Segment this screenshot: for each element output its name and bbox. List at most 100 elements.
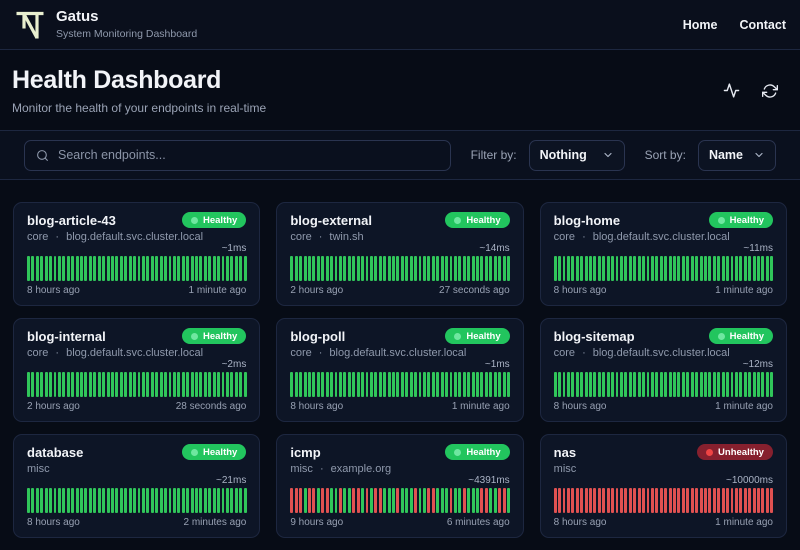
health-bar[interactable] <box>418 372 422 397</box>
health-bar[interactable] <box>102 488 106 513</box>
health-bar[interactable] <box>217 256 221 281</box>
health-bar[interactable] <box>111 372 114 397</box>
health-bar[interactable] <box>440 488 444 513</box>
health-bar[interactable] <box>659 488 663 513</box>
health-bar[interactable] <box>212 488 216 513</box>
health-bar[interactable] <box>308 488 311 513</box>
health-bar[interactable] <box>611 256 615 281</box>
health-bar[interactable] <box>664 372 668 397</box>
health-bar[interactable] <box>352 372 356 397</box>
health-bar[interactable] <box>757 488 760 513</box>
nav-link-contact[interactable]: Contact <box>739 18 786 32</box>
health-bar[interactable] <box>343 256 347 281</box>
health-bar[interactable] <box>365 372 369 397</box>
health-bar[interactable] <box>338 372 342 397</box>
health-bar[interactable] <box>378 372 382 397</box>
endpoint-card[interactable]: blog-external Healthy core · twin.sh ~14… <box>276 202 524 306</box>
health-bar[interactable] <box>686 488 690 513</box>
health-bar[interactable] <box>589 488 592 513</box>
health-bar[interactable] <box>239 256 243 281</box>
health-bar[interactable] <box>208 372 212 397</box>
health-bar[interactable] <box>53 256 57 281</box>
health-bar[interactable] <box>378 256 382 281</box>
health-bar[interactable] <box>155 256 159 281</box>
health-bar[interactable] <box>290 488 294 513</box>
health-bar[interactable] <box>409 488 413 513</box>
health-bar[interactable] <box>717 372 721 397</box>
health-bar[interactable] <box>93 488 97 513</box>
health-bar[interactable] <box>133 488 137 513</box>
health-bar[interactable] <box>431 372 435 397</box>
health-bar[interactable] <box>761 256 765 281</box>
health-bar[interactable] <box>190 488 194 513</box>
health-bar[interactable] <box>356 488 360 513</box>
health-bar[interactable] <box>553 256 557 281</box>
health-bar[interactable] <box>668 372 672 397</box>
health-bar[interactable] <box>27 488 30 513</box>
health-bar[interactable] <box>168 256 172 281</box>
health-bar[interactable] <box>619 256 623 281</box>
search-input[interactable] <box>58 148 439 162</box>
health-bar[interactable] <box>677 256 681 281</box>
health-bar[interactable] <box>558 256 561 281</box>
health-bar[interactable] <box>352 256 356 281</box>
health-bar[interactable] <box>502 488 506 513</box>
health-bar[interactable] <box>392 372 395 397</box>
health-bar[interactable] <box>427 488 431 513</box>
health-bar[interactable] <box>195 256 198 281</box>
health-bar[interactable] <box>199 256 203 281</box>
health-bar[interactable] <box>325 488 329 513</box>
health-bar[interactable] <box>637 488 641 513</box>
health-bar[interactable] <box>44 488 48 513</box>
health-bar[interactable] <box>752 256 756 281</box>
health-bar[interactable] <box>330 256 334 281</box>
health-bar[interactable] <box>449 372 453 397</box>
health-bar[interactable] <box>761 488 765 513</box>
health-bar[interactable] <box>606 488 610 513</box>
health-bar[interactable] <box>203 488 207 513</box>
health-bar[interactable] <box>177 256 181 281</box>
health-bar[interactable] <box>445 488 449 513</box>
health-bar[interactable] <box>80 372 83 397</box>
health-bar[interactable] <box>294 488 298 513</box>
health-bar[interactable] <box>321 488 325 513</box>
health-bar[interactable] <box>458 256 462 281</box>
health-bar[interactable] <box>602 256 606 281</box>
health-bar[interactable] <box>62 256 66 281</box>
health-bar[interactable] <box>164 256 167 281</box>
health-bar[interactable] <box>427 256 431 281</box>
health-bar[interactable] <box>597 488 601 513</box>
health-bar[interactable] <box>453 488 457 513</box>
health-bar[interactable] <box>325 256 329 281</box>
health-bar[interactable] <box>580 256 584 281</box>
health-bar[interactable] <box>730 256 734 281</box>
health-bar[interactable] <box>115 256 119 281</box>
health-bar[interactable] <box>593 488 597 513</box>
health-bar[interactable] <box>75 488 79 513</box>
health-bar[interactable] <box>234 488 238 513</box>
health-bar[interactable] <box>119 372 123 397</box>
health-bar[interactable] <box>400 488 404 513</box>
health-bar[interactable] <box>619 488 623 513</box>
health-bar[interactable] <box>615 372 619 397</box>
health-bar[interactable] <box>141 372 145 397</box>
health-bar[interactable] <box>321 256 325 281</box>
health-bar[interactable] <box>606 256 610 281</box>
health-bar[interactable] <box>712 372 716 397</box>
health-bar[interactable] <box>498 488 502 513</box>
health-bar[interactable] <box>31 488 35 513</box>
health-bar[interactable] <box>177 488 181 513</box>
health-bar[interactable] <box>66 372 70 397</box>
health-bar[interactable] <box>312 372 316 397</box>
health-bar[interactable] <box>365 488 369 513</box>
health-bar[interactable] <box>334 372 338 397</box>
health-bar[interactable] <box>734 488 738 513</box>
health-bar[interactable] <box>159 256 163 281</box>
health-bar[interactable] <box>190 256 194 281</box>
health-bar[interactable] <box>427 372 431 397</box>
health-bar[interactable] <box>757 256 760 281</box>
sort-select[interactable]: Name <box>697 139 776 171</box>
health-bar[interactable] <box>770 372 774 397</box>
health-bar[interactable] <box>308 372 311 397</box>
health-bar[interactable] <box>770 488 774 513</box>
